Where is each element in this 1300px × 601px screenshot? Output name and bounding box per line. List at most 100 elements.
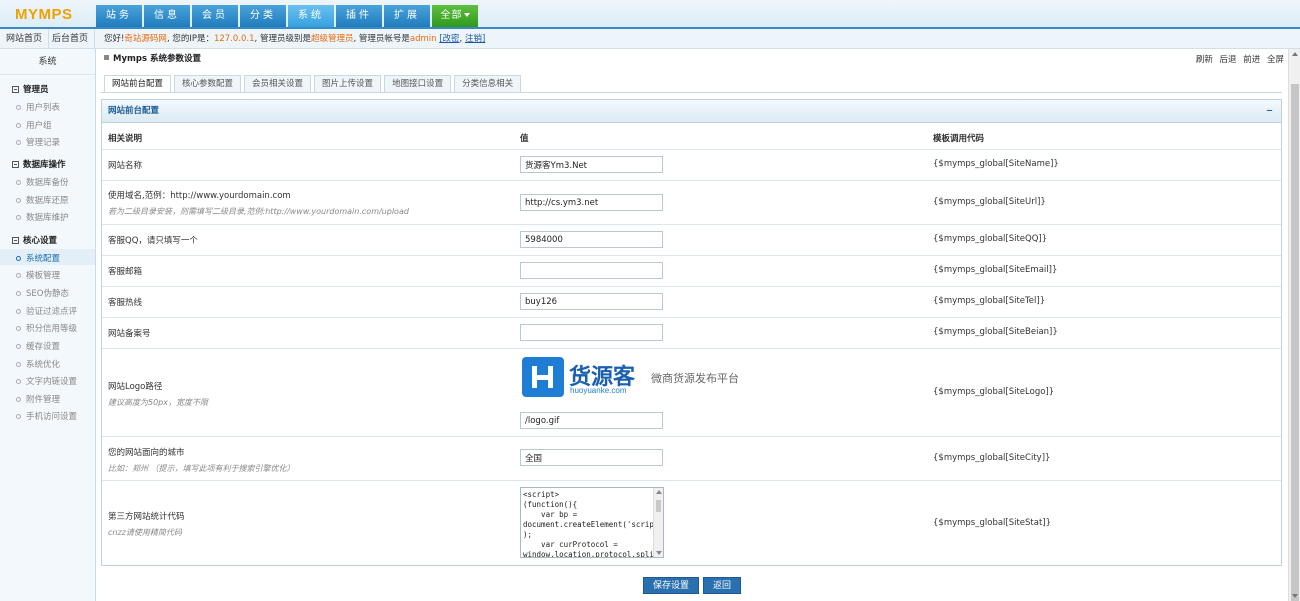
back-link[interactable]: 后退 [1220,55,1237,65]
site-beian-input[interactable] [520,324,663,341]
sidebar-group-database[interactable]: 数据库操作 [12,158,66,170]
site-logo-input[interactable] [520,412,663,429]
sidebar-item-optimize[interactable]: 系统优化 [16,358,60,370]
sidebar-item-credit[interactable]: 积分信用等级 [16,322,77,334]
sidebar-item-label: 数据库维护 [26,213,69,223]
sidebar-item-template[interactable]: 模板管理 [16,269,60,281]
textarea-scrollbar[interactable] [653,488,663,557]
nav-tab-plugin[interactable]: 插件 [336,5,382,27]
nav-tab-info[interactable]: 信息 [144,5,190,27]
site-tel-input[interactable] [520,293,663,310]
fullscreen-link[interactable]: 全屏 [1267,55,1284,65]
logo-h-icon [522,357,564,397]
table-header: 相关说明 值 模板调用代码 [102,124,1281,150]
site-name-input[interactable] [520,156,663,173]
bullet-icon [16,379,21,384]
site-email-input[interactable] [520,262,663,279]
bullet-icon [16,198,21,203]
scroll-down-icon [1292,594,1298,598]
stat-code-text: <script> (function(){ var bp = document.… [523,490,663,558]
tab-frontend-config[interactable]: 网站前台配置 [104,75,172,93]
table-row: 客服热线 {$mymps_global[SiteTel]} [102,287,1281,318]
sidebar-item-label: 数据库还原 [26,196,69,206]
sidebar-item-text-link[interactable]: 文字内链设置 [16,375,77,387]
row-label: 客服热线 [108,298,143,308]
scrollbar-thumb[interactable] [1291,84,1299,601]
bullet-icon [16,215,21,220]
template-code: {$mymps_global[SiteTel]} [933,296,1046,306]
sidebar-item-db-backup[interactable]: 数据库备份 [16,176,69,188]
row-label: 您的网站面向的城市 比如：郑州 （提示，填写此项有利于搜索引擎优化） [108,446,295,474]
site-home-button[interactable]: 网站首页 [0,29,50,49]
sidebar-item-mobile[interactable]: 手机访问设置 [16,410,77,422]
sidebar-item-user-list[interactable]: 用户列表 [16,101,60,113]
admin-home-button[interactable]: 后台首页 [46,29,96,49]
sidebar-item-attachment[interactable]: 附件管理 [16,393,60,405]
nav-tab-system[interactable]: 系统 [288,5,334,27]
collapse-icon[interactable]: − [1266,100,1273,123]
bullet-icon [16,273,21,278]
logout-link[interactable]: 注销] [465,34,485,44]
nav-tab-category[interactable]: 分类 [240,5,286,27]
refresh-link[interactable]: 刷新 [1196,55,1213,65]
nav-all-label: 全部 [440,10,463,21]
row-label-text: 您的网站面向的城市 [108,448,185,458]
table-row: 您的网站面向的城市比如：郑州 （提示，填写此项有利于搜索引擎优化） {$mymp… [102,437,1281,481]
top-bar: MYMPS 站务 信息 会员 分类 系统 插件 扩展 全部 [0,0,1300,29]
collapse-icon [12,237,19,244]
save-button[interactable]: 保存设置 [643,577,699,594]
sidebar-item-seo[interactable]: SEO伪静态 [16,287,69,299]
sidebar-item-db-maintain[interactable]: 数据库维护 [16,211,69,223]
site-city-input[interactable] [520,449,663,466]
nav-tab-member[interactable]: 会员 [192,5,238,27]
site-url-input[interactable] [520,194,663,211]
table-row: 网站名称 {$mymps_global[SiteName]} [102,150,1281,181]
sidebar-item-user-group[interactable]: 用户组 [16,119,52,131]
tab-map-api[interactable]: 地图接口设置 [384,75,452,93]
logo-preview-domain: huoyuanke.com [570,386,627,395]
sidebar-item-system-config[interactable]: 系统配置 [16,252,60,264]
logo-preview: 货源客 huoyuanke.com 微商货源发布平台 [522,357,742,399]
nav-tab-all[interactable]: 全部 [432,5,478,27]
table-row: 网站Logo路径建议高度为50px，宽度不限 货源客 huoyuanke.com… [102,349,1281,437]
nav-tab-station[interactable]: 站务 [96,5,142,27]
change-password-link[interactable]: [改密 [439,34,459,44]
sidebar-group-admin[interactable]: 管理员 [12,83,49,95]
config-panel: 网站前台配置 − 相关说明 值 模板调用代码 网站名称 {$mymps_glob… [101,99,1282,566]
col-header-desc: 相关说明 [108,134,143,144]
sidebar-item-label: 数据库备份 [26,178,69,188]
sidebar-item-label: 验证过滤点评 [26,307,78,317]
sidebar-item-label: 文字内链设置 [26,377,78,387]
sidebar-group-label: 核心设置 [23,236,58,246]
nav-tab-extend[interactable]: 扩展 [384,5,430,27]
main-nav: 站务 信息 会员 分类 系统 插件 扩展 全部 [96,5,480,27]
sidebar-item-filter[interactable]: 验证过滤点评 [16,305,77,317]
site-qq-input[interactable] [520,231,663,248]
collapse-icon [12,161,19,168]
sidebar-group-core[interactable]: 核心设置 [12,234,57,246]
table-row: 使用域名,范例：http://www.yourdomain.com 若为二级目录安… [102,181,1281,225]
row-label-text: 使用域名,范例：http://www.yourdomain.com [108,191,291,201]
tab-classified[interactable]: 分类信息相关 [454,75,522,93]
welcome-site-name: 奇站源码网 [124,34,167,44]
row-label-text: 网站Logo路径 [108,382,163,392]
scroll-down-icon [656,551,662,555]
table-row: 客服QQ，请只填写一个 {$mymps_global[SiteQQ]} [102,225,1281,256]
row-hint: 建议高度为50px，宽度不限 [108,398,208,407]
sidebar-item-admin-log[interactable]: 管理记录 [16,136,60,148]
tab-image-upload[interactable]: 图片上传设置 [314,75,382,93]
tab-member-settings[interactable]: 会员相关设置 [244,75,312,93]
sidebar-item-cache[interactable]: 缓存设置 [16,340,60,352]
tab-core-params[interactable]: 核心参数配置 [174,75,242,93]
sidebar-group-label: 数据库操作 [23,160,66,170]
back-button[interactable]: 返回 [703,577,741,594]
page-scrollbar[interactable] [1288,49,1300,601]
template-code: {$mymps_global[SiteLogo]} [933,387,1055,397]
bullet-icon [16,414,21,419]
page-actions: 刷新 后退 前进 全屏 [1192,53,1284,65]
forward-link[interactable]: 前进 [1243,55,1260,65]
site-stat-textarea[interactable]: <script> (function(){ var bp = document.… [520,487,664,558]
row-label: 客服QQ，请只填写一个 [108,236,198,246]
sidebar-item-db-restore[interactable]: 数据库还原 [16,194,69,206]
row-label-text: 第三方网站统计代码 [108,512,185,522]
